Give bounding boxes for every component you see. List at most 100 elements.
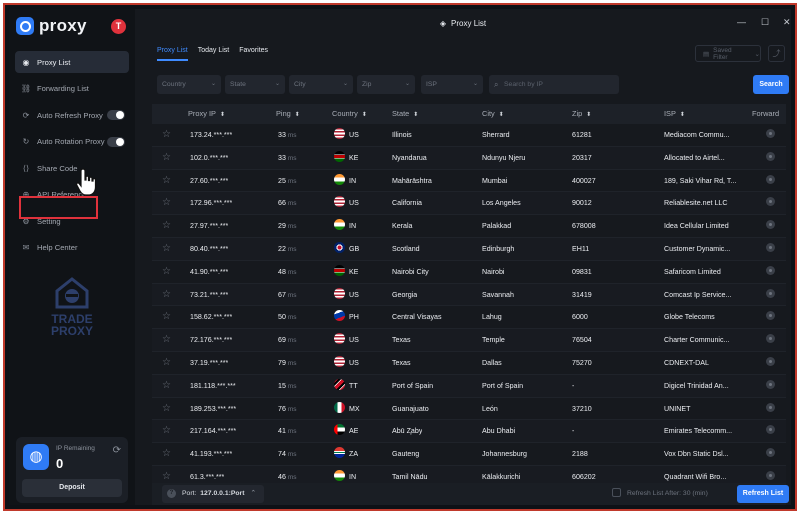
forward-cell[interactable] <box>766 147 775 169</box>
star-icon[interactable]: ☆ <box>162 170 171 192</box>
forward-cell[interactable] <box>766 170 775 192</box>
table-row[interactable]: ☆ 27.97.***.*** 29 ms IN Kerala Palakkad 678008… <box>152 215 786 238</box>
auto-rotation-toggle[interactable] <box>107 136 125 147</box>
forward-icon[interactable] <box>766 197 775 207</box>
forward-cell[interactable] <box>766 306 775 328</box>
star-icon[interactable]: ☆ <box>162 261 171 283</box>
state-filter[interactable]: State ⌄ <box>225 75 285 94</box>
column-header-isp[interactable]: ISP ⬍ <box>664 104 685 125</box>
forward-cell[interactable] <box>766 215 775 237</box>
table-row[interactable]: ☆ 102.0.***.*** 33 ms KE Nyandarua Ndunyu Njer… <box>152 146 786 170</box>
forward-icon[interactable] <box>766 425 775 435</box>
sidebar-item-help-center[interactable]: ✉ Help Center <box>15 237 129 259</box>
minimize-icon[interactable]: — <box>737 17 746 27</box>
star-icon[interactable]: ☆ <box>162 306 171 328</box>
refresh-icon[interactable]: ⟳ <box>113 445 121 456</box>
star-icon[interactable]: ☆ <box>162 147 171 169</box>
saved-filter-select[interactable]: ▤ Saved Filter ⌄ <box>695 45 761 62</box>
forward-icon[interactable] <box>766 242 775 252</box>
close-icon[interactable]: ✕ <box>783 17 791 28</box>
star-icon[interactable]: ☆ <box>162 124 171 146</box>
sort-icon: ⬍ <box>586 112 592 118</box>
forward-icon[interactable] <box>766 265 775 275</box>
auto-refresh-toggle[interactable] <box>107 110 125 120</box>
forward-icon[interactable] <box>766 356 775 366</box>
table-row[interactable]: ☆ 158.62.***.*** 50 ms PH Central Visayas Lahu… <box>152 306 786 330</box>
forward-icon[interactable] <box>766 379 775 389</box>
forward-cell[interactable] <box>766 352 775 374</box>
zip-filter[interactable]: Zip ⌄ <box>357 75 415 94</box>
forward-cell[interactable] <box>766 192 775 214</box>
star-icon[interactable]: ☆ <box>162 215 171 237</box>
search-input[interactable]: ⌕ Search by IP <box>489 75 619 94</box>
forward-cell[interactable] <box>766 329 775 351</box>
table-row[interactable]: ☆ 189.253.***.*** 76 ms MX Guanajuato León 3721… <box>152 398 786 421</box>
search-button[interactable]: Search <box>753 75 789 94</box>
forward-icon[interactable] <box>766 220 775 230</box>
refresh-list-button[interactable]: Refresh List <box>737 485 789 503</box>
table-row[interactable]: ☆ 41.90.***.*** 48 ms KE Nairobi City Nairobi 0… <box>152 261 786 284</box>
star-icon[interactable]: ☆ <box>162 375 171 397</box>
flag-icon <box>334 355 345 367</box>
forward-icon[interactable] <box>766 448 775 458</box>
forward-icon[interactable] <box>766 311 775 321</box>
column-header-country[interactable]: Country ⬍ <box>332 104 367 125</box>
column-header-city[interactable]: City ⬍ <box>482 104 504 125</box>
star-icon[interactable]: ☆ <box>162 192 171 214</box>
ping-cell: 50 ms <box>278 306 297 329</box>
forward-cell[interactable] <box>766 284 775 306</box>
table-row[interactable]: ☆ 172.96.***.*** 66 ms US California Los Angel… <box>152 192 786 216</box>
forward-cell[interactable] <box>766 375 775 397</box>
forward-cell[interactable] <box>766 124 775 146</box>
tab-today-list[interactable]: Today List <box>198 47 230 61</box>
forward-icon[interactable] <box>766 334 775 344</box>
forward-cell[interactable] <box>766 420 775 442</box>
forward-cell[interactable] <box>766 443 775 465</box>
star-icon[interactable]: ☆ <box>162 443 171 465</box>
country-filter[interactable]: Country ⌄ <box>157 75 221 94</box>
column-header-proxy-ip[interactable]: Proxy IP ⬍ <box>188 104 225 125</box>
table-row[interactable]: ☆ 80.40.***.*** 22 ms GB Scotland Edinburgh EH1… <box>152 237 786 261</box>
star-icon[interactable]: ☆ <box>162 352 171 374</box>
forward-icon[interactable] <box>766 402 775 412</box>
forward-icon[interactable] <box>766 288 775 298</box>
forward-cell[interactable] <box>766 238 775 260</box>
avatar[interactable]: T <box>111 19 126 34</box>
deposit-button[interactable]: Deposit <box>22 479 122 497</box>
table-row[interactable]: ☆ 41.193.***.*** 74 ms ZA Gauteng Johannesburg… <box>152 443 786 466</box>
forward-cell[interactable] <box>766 261 775 283</box>
sidebar-item-auto-refresh-proxy[interactable]: ⟳ Auto Refresh Proxy <box>15 104 129 126</box>
share-icon[interactable]: ⤴ <box>768 45 785 62</box>
forward-icon[interactable] <box>766 151 775 161</box>
port-selector[interactable]: ? Port: 127.0.0.1:Port ⌃ <box>162 485 265 503</box>
table-row[interactable]: ☆ 173.24.***.*** 33 ms US Illinois Sherrard 612… <box>152 124 786 147</box>
star-icon[interactable]: ☆ <box>162 238 171 260</box>
star-icon[interactable]: ☆ <box>162 329 171 351</box>
isp-filter[interactable]: ISP ⌄ <box>421 75 483 94</box>
sidebar-item-forwarding-list[interactable]: ⛓ Forwarding List <box>15 78 129 100</box>
star-icon[interactable]: ☆ <box>162 420 171 442</box>
tab-proxy-list[interactable]: Proxy List <box>157 47 188 61</box>
table-row[interactable]: ☆ 27.60.***.*** 25 ms IN Mahārāshtra Mumbai 400… <box>152 170 786 193</box>
forward-icon[interactable] <box>766 470 775 480</box>
star-icon[interactable]: ☆ <box>162 284 171 306</box>
table-row[interactable]: ☆ 181.118.***.*** 15 ms TT Port of Spain Port … <box>152 374 786 398</box>
star-icon[interactable]: ☆ <box>162 398 171 420</box>
sidebar-item-auto-rotation-proxy[interactable]: ↻ Auto Rotation Proxy <box>15 131 129 153</box>
table-row[interactable]: ☆ 217.164.***.*** 41 ms AE Abū Z̧aby Abu Dhabi… <box>152 420 786 444</box>
refresh-after-checkbox[interactable] <box>612 488 621 497</box>
city-filter[interactable]: City ⌄ <box>289 75 353 94</box>
table-row[interactable]: ☆ 37.19.***.*** 79 ms US Texas Dallas 75270 CDNE… <box>152 352 786 375</box>
column-header-state[interactable]: State ⬍ <box>392 104 418 125</box>
column-header-ping[interactable]: Ping ⬍ <box>276 104 300 125</box>
table-row[interactable]: ☆ 73.21.***.*** 67 ms US Georgia Savannah 31419… <box>152 283 786 307</box>
sidebar-item-share-code[interactable]: ⟨⟩ Share Code <box>15 157 129 179</box>
table-row[interactable]: ☆ 72.176.***.*** 69 ms US Texas Temple 76504 Cha… <box>152 329 786 352</box>
sidebar-item-proxy-list[interactable]: ◉ Proxy List <box>15 51 129 73</box>
column-header-zip[interactable]: Zip ⬍ <box>572 104 591 125</box>
forward-icon[interactable] <box>766 129 775 138</box>
maximize-icon[interactable]: ☐ <box>761 17 769 28</box>
tab-favorites[interactable]: Favorites <box>239 47 268 61</box>
forward-icon[interactable] <box>766 174 775 184</box>
forward-cell[interactable] <box>766 398 775 420</box>
